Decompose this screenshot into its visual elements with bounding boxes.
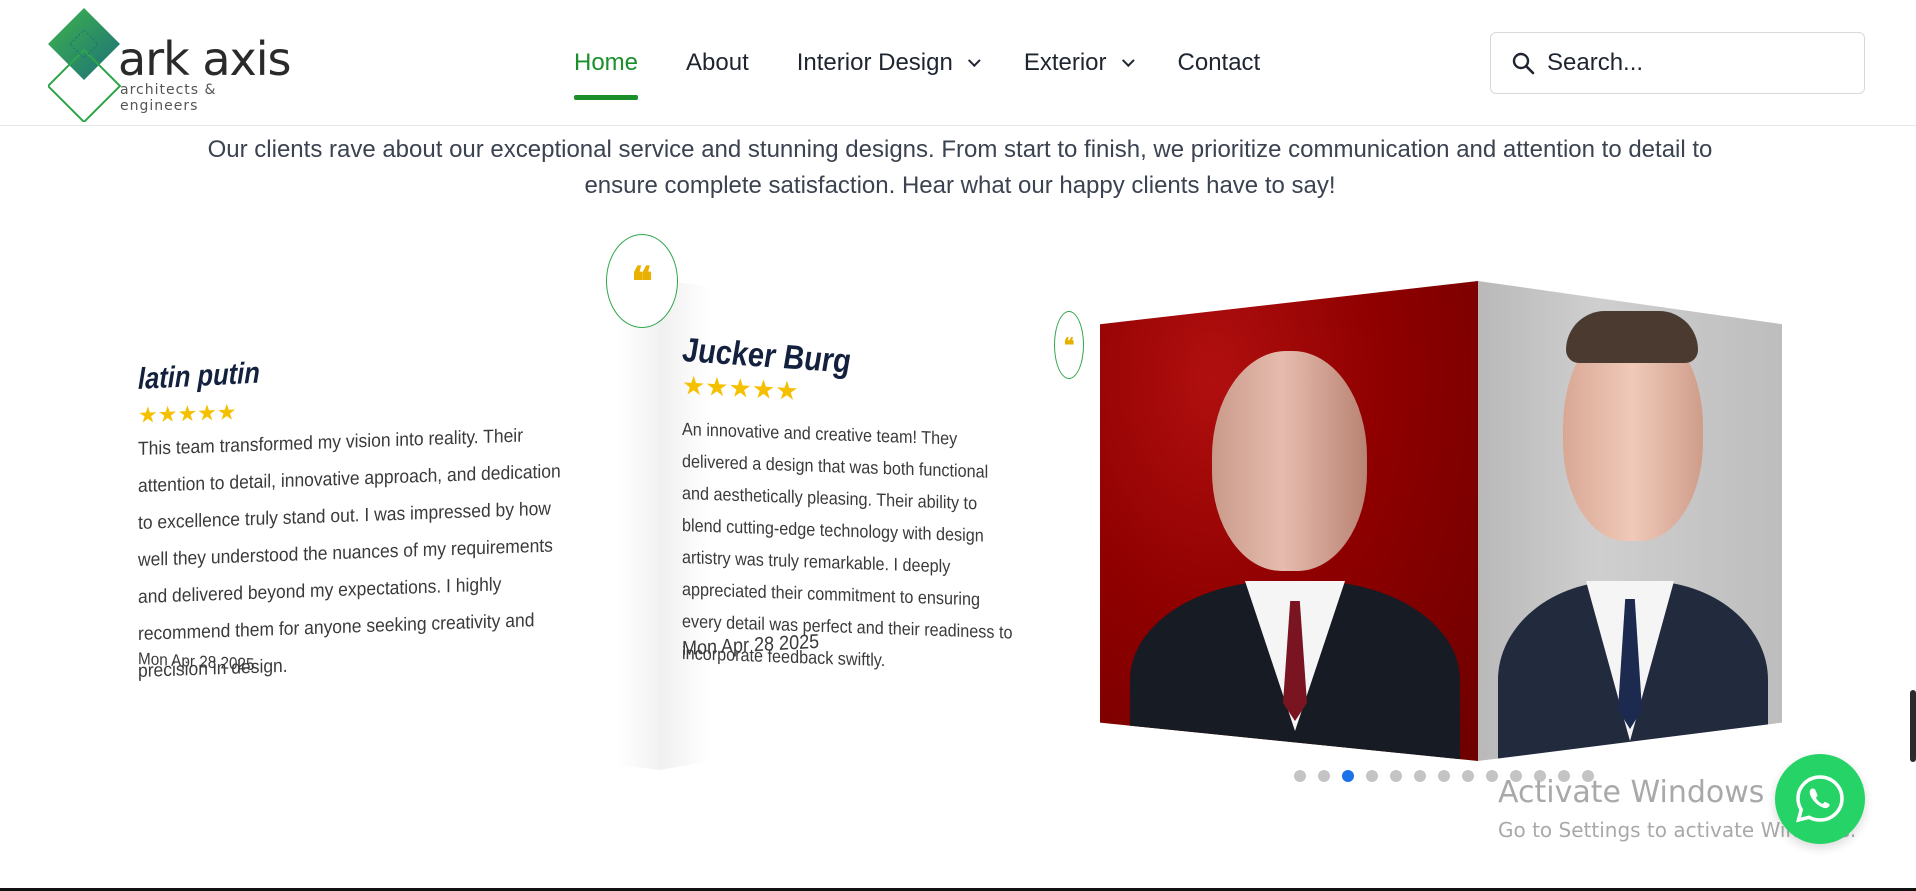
nav-home[interactable]: Home <box>550 0 662 126</box>
carousel-dot[interactable] <box>1438 770 1450 782</box>
carousel-dot[interactable] <box>1390 770 1402 782</box>
star-rating: ★★★★★ <box>138 399 237 428</box>
main-nav: Home About Interior Design Exterior Cont… <box>550 0 1284 126</box>
logo[interactable]: ark axis architects & engineers <box>48 6 298 122</box>
site-header: ark axis architects & engineers Home Abo… <box>0 0 1916 126</box>
nav-exterior[interactable]: Exterior <box>1000 0 1154 126</box>
logo-tagline: architects & engineers <box>120 82 217 114</box>
whatsapp-icon <box>1796 775 1844 823</box>
nav-interior-design-label: Interior Design <box>796 49 953 76</box>
search-input[interactable] <box>1547 49 1847 77</box>
testimonial-carousel[interactable]: ❝ ❝ latin putin ★★★★★ This team transfor… <box>100 225 1800 825</box>
client-photo <box>1478 281 1782 761</box>
scrollbar-thumb[interactable] <box>1910 690 1916 762</box>
carousel-dot[interactable] <box>1318 770 1330 782</box>
photo-hair <box>1566 311 1698 363</box>
nav-exterior-label: Exterior <box>1023 49 1107 76</box>
quote-icon: ❝ <box>1054 311 1084 379</box>
quote-icon: ❝ <box>606 234 678 328</box>
nav-home-label: Home <box>574 49 639 76</box>
page: ark axis architects & engineers Home Abo… <box>0 0 1916 891</box>
nav-about[interactable]: About <box>662 0 773 126</box>
nav-about-label: About <box>686 49 749 76</box>
star-rating: ★★★★★ <box>682 369 799 407</box>
carousel-dot[interactable] <box>1414 770 1426 782</box>
carousel-dot[interactable] <box>1462 770 1474 782</box>
photo-face <box>1212 351 1367 571</box>
search-icon <box>1512 52 1535 75</box>
carousel-dot[interactable] <box>1486 770 1498 782</box>
carousel-dot[interactable] <box>1294 770 1306 782</box>
carousel-dot[interactable] <box>1342 770 1354 782</box>
chevron-down-icon <box>967 53 981 67</box>
nav-interior-design[interactable]: Interior Design <box>773 0 1000 126</box>
testimonial-text: This team transformed my vision into rea… <box>138 425 561 682</box>
testimonial-author: latin putin <box>138 356 260 396</box>
nav-contact[interactable]: Contact <box>1154 0 1285 126</box>
whatsapp-button[interactable] <box>1775 754 1865 844</box>
nav-contact-label: Contact <box>1177 49 1261 76</box>
testimonials-intro: Our clients rave about our exceptional s… <box>207 136 1713 199</box>
client-photo <box>1100 281 1478 761</box>
carousel-dot[interactable] <box>1366 770 1378 782</box>
logo-wordmark: ark axis <box>118 32 292 86</box>
search-box[interactable] <box>1490 32 1865 94</box>
chevron-down-icon <box>1121 53 1135 67</box>
